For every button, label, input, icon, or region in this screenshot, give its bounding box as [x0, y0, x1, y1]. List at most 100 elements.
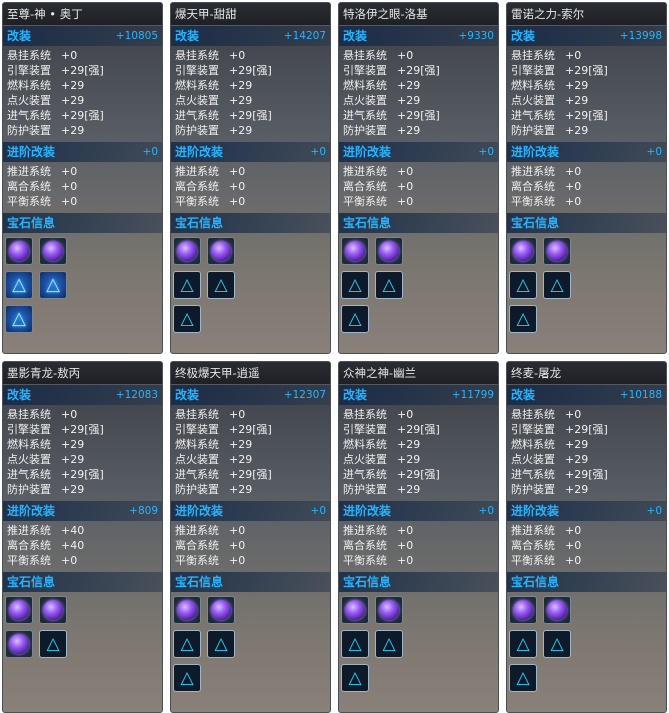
empty-gem-slot-icon[interactable]: △ [543, 271, 571, 299]
mod-list: 悬挂系统 +0 引擎装置 +29[强] 燃料系统 +29 点火装置 +29 进气系统 +29[强]… [171, 46, 330, 142]
mod-value: +29 [565, 94, 589, 107]
empty-gem-slot-icon[interactable]: △ [173, 271, 201, 299]
vehicle-card[interactable]: 终麦-屠龙 改装 +10188 悬挂系统 +0 引擎装置 +29[强] 燃料系统 +29 点火装置… [506, 361, 667, 713]
mod-row: 防护装置 +29 [175, 482, 326, 497]
empty-gem-slot-icon[interactable]: △ [341, 664, 369, 692]
mod-value: +29 [61, 79, 85, 92]
mod-row: 悬挂系统 +0 [511, 407, 662, 422]
mod-row: 燃料系统 +29 [511, 437, 662, 452]
advanced-name: 推进系统 [343, 165, 387, 178]
advanced-name: 平衡系统 [343, 195, 387, 208]
mod-value: +29[强] [61, 64, 104, 77]
vehicle-card[interactable]: 众神之神-幽兰 改装 +11799 悬挂系统 +0 引擎装置 +29[强] 燃料系统 +29 点火… [338, 361, 499, 713]
mod-value: +29 [397, 124, 421, 137]
empty-gem-slot-icon[interactable]: △ [375, 271, 403, 299]
advanced-section-header: 进阶改装 +0 [171, 142, 330, 162]
purple-gem-icon[interactable] [207, 237, 235, 265]
mod-name: 悬挂系统 [511, 408, 555, 421]
vehicle-card[interactable]: 墨影青龙-敖丙 改装 +12083 悬挂系统 +0 引擎装置 +29[强] 燃料系统 +29 点火… [2, 361, 163, 713]
empty-gem-slot-icon[interactable]: △ [173, 630, 201, 658]
gem-slots: △ △ △ [339, 592, 498, 706]
mod-name: 引擎装置 [175, 64, 219, 77]
empty-gem-slot-icon[interactable]: △ [173, 305, 201, 333]
purple-gem-icon[interactable] [173, 596, 201, 624]
mod-name: 悬挂系统 [175, 408, 219, 421]
purple-gem-icon[interactable] [5, 596, 33, 624]
gem-section-header: 宝石信息 [507, 213, 666, 233]
purple-gem-icon[interactable] [341, 596, 369, 624]
mod-name: 引擎装置 [343, 64, 387, 77]
vehicle-title: 终极爆天甲-逍遥 [171, 362, 330, 385]
mod-name: 进气系统 [511, 468, 555, 481]
purple-gem-icon[interactable] [207, 596, 235, 624]
empty-gem-slot-icon[interactable]: △ [173, 664, 201, 692]
advanced-list: 推进系统 +0 离合系统 +0 平衡系统 +0 [171, 521, 330, 572]
advanced-name: 离合系统 [343, 180, 387, 193]
advanced-value: +0 [229, 554, 246, 567]
purple-gem-icon[interactable] [543, 237, 571, 265]
mod-value: +29 [61, 438, 85, 451]
mod-name: 悬挂系统 [511, 49, 555, 62]
empty-gem-slot-icon[interactable]: △ [341, 630, 369, 658]
empty-gem-slot-icon[interactable]: △ [341, 271, 369, 299]
empty-gem-slot-icon[interactable]: △ [39, 630, 67, 658]
purple-gem-icon[interactable] [341, 237, 369, 265]
blue-triangle-gem-icon[interactable]: △ [5, 305, 33, 333]
advanced-total-value: +0 [310, 505, 326, 517]
mod-row: 点火装置 +29 [175, 452, 326, 467]
mod-name: 点火装置 [511, 453, 555, 466]
purple-gem-icon[interactable] [543, 596, 571, 624]
vehicle-card[interactable]: 雷诺之力-索尔 改装 +13998 悬挂系统 +0 引擎装置 +29[强] 燃料系统 +29 点火… [506, 2, 667, 354]
purple-gem-icon[interactable] [39, 237, 67, 265]
empty-gem-slot-icon[interactable]: △ [509, 664, 537, 692]
empty-gem-slot-icon[interactable]: △ [207, 630, 235, 658]
purple-gem-icon[interactable] [39, 596, 67, 624]
mod-row: 引擎装置 +29[强] [343, 422, 494, 437]
advanced-name: 离合系统 [511, 180, 555, 193]
advanced-row: 推进系统 +0 [511, 523, 662, 538]
advanced-value: +40 [61, 539, 85, 552]
advanced-total-value: +809 [129, 505, 158, 517]
mod-name: 悬挂系统 [343, 49, 387, 62]
vehicle-card[interactable]: 至尊-神 • 奥丁 改装 +10805 悬挂系统 +0 引擎装置 +29[强] 燃料系统 +29… [2, 2, 163, 354]
advanced-value: +0 [397, 165, 414, 178]
purple-gem-icon[interactable] [509, 237, 537, 265]
vehicle-card[interactable]: 特洛伊之眼-洛基 改装 +9330 悬挂系统 +0 引擎装置 +29[强] 燃料系统 +29 点火… [338, 2, 499, 354]
mod-value: +0 [61, 49, 78, 62]
mod-value: +29[强] [565, 423, 608, 436]
advanced-list: 推进系统 +0 离合系统 +0 平衡系统 +0 [3, 162, 162, 213]
vehicle-title: 特洛伊之眼-洛基 [339, 3, 498, 26]
vehicle-card[interactable]: 终极爆天甲-逍遥 改装 +12307 悬挂系统 +0 引擎装置 +29[强] 燃料系统 +29 点… [170, 361, 331, 713]
purple-gem-icon[interactable] [173, 237, 201, 265]
blue-triangle-gem-icon[interactable]: △ [39, 271, 67, 299]
blue-triangle-gem-icon[interactable]: △ [5, 271, 33, 299]
purple-gem-icon[interactable] [5, 630, 33, 658]
empty-gem-slot-icon[interactable]: △ [543, 630, 571, 658]
advanced-value: +0 [61, 554, 78, 567]
purple-gem-icon[interactable] [509, 596, 537, 624]
mod-name: 防护装置 [175, 483, 219, 496]
empty-gem-slot-icon[interactable]: △ [509, 630, 537, 658]
advanced-name: 离合系统 [511, 539, 555, 552]
mod-name: 引擎装置 [343, 423, 387, 436]
triangle-icon: △ [550, 633, 564, 654]
empty-gem-slot-icon[interactable]: △ [375, 630, 403, 658]
empty-gem-slot-icon[interactable]: △ [207, 271, 235, 299]
mod-row: 进气系统 +29[强] [343, 108, 494, 123]
purple-gem-icon[interactable] [375, 596, 403, 624]
purple-gem-icon[interactable] [5, 237, 33, 265]
mod-value: +0 [397, 408, 414, 421]
empty-gem-slot-icon[interactable]: △ [509, 271, 537, 299]
vehicle-card[interactable]: 爆天甲-甜甜 改装 +14207 悬挂系统 +0 引擎装置 +29[强] 燃料系统 +29 点火装… [170, 2, 331, 354]
empty-gem-slot-icon[interactable]: △ [509, 305, 537, 333]
mod-list: 悬挂系统 +0 引擎装置 +29[强] 燃料系统 +29 点火装置 +29 进气系统 +29[强]… [3, 405, 162, 501]
advanced-row: 推进系统 +40 [7, 523, 158, 538]
empty-gem-slot-icon[interactable]: △ [341, 305, 369, 333]
gem-section-header: 宝石信息 [339, 572, 498, 592]
advanced-row: 离合系统 +0 [175, 538, 326, 553]
mod-section-label: 改装 [343, 29, 368, 43]
mod-name: 防护装置 [511, 483, 555, 496]
advanced-value: +0 [61, 165, 78, 178]
mod-row: 引擎装置 +29[强] [511, 422, 662, 437]
purple-gem-icon[interactable] [375, 237, 403, 265]
